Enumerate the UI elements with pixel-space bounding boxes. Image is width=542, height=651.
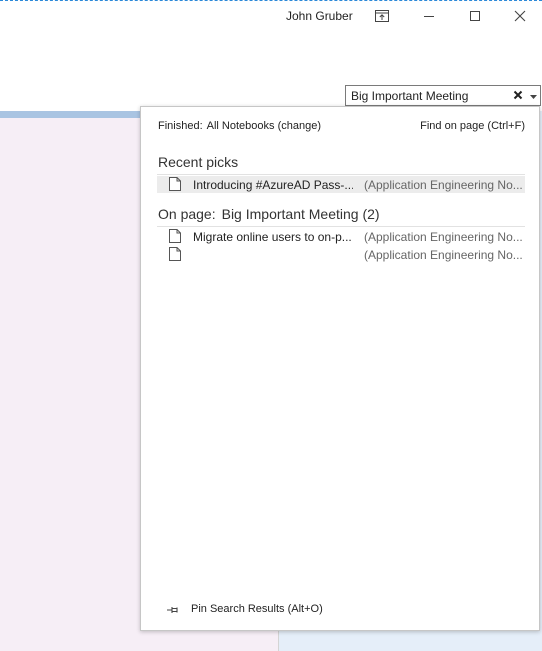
result-location: (Application Engineering No... (364, 178, 523, 192)
ribbon-display-options-icon (375, 10, 389, 22)
change-scope-link[interactable]: (change) (278, 120, 321, 132)
result-title: Migrate online users to on-p... (193, 230, 352, 244)
on-page-label: On page: (158, 206, 216, 222)
chevron-down-icon (529, 87, 537, 105)
pin-search-results-label: Pin Search Results (Alt+O) (191, 603, 323, 615)
close-icon (514, 10, 526, 22)
clear-search-button[interactable] (511, 89, 524, 102)
search-scope-dropdown[interactable] (528, 90, 538, 101)
search-box[interactable] (345, 85, 541, 106)
result-location: (Application Engineering No... (364, 248, 523, 262)
find-on-page-link[interactable]: Find on page (Ctrl+F) (420, 120, 525, 132)
search-results-dropdown: Finished: All Notebooks (change) Find on … (140, 106, 540, 631)
pin-icon (167, 607, 178, 613)
maximize-button[interactable] (462, 4, 488, 28)
page-icon (169, 177, 181, 191)
on-page-header: On page: Big Important Meeting (2) (158, 206, 380, 222)
minimize-button[interactable] (416, 4, 442, 28)
page-icon (169, 229, 181, 243)
result-row[interactable]: Introducing #AzureAD Pass-... (Applicati… (157, 176, 525, 193)
minimize-icon (423, 10, 435, 22)
page-icon (169, 247, 181, 261)
user-name[interactable]: John Gruber (286, 9, 353, 23)
clear-x-icon (513, 87, 523, 105)
search-status: Finished: All Notebooks (change) (158, 120, 321, 132)
section-divider (157, 226, 525, 227)
on-page-name: Big Important Meeting (221, 206, 359, 222)
recent-picks-header: Recent picks (158, 154, 239, 170)
search-status-label: Finished: (158, 120, 203, 132)
result-location: (Application Engineering No... (364, 230, 523, 244)
search-input[interactable] (346, 86, 511, 105)
maximize-icon (469, 10, 481, 22)
close-button[interactable] (507, 4, 533, 28)
result-title: Introducing #AzureAD Pass-... (193, 178, 353, 192)
search-scope: All Notebooks (206, 120, 275, 132)
ribbon-display-options-button[interactable] (369, 4, 395, 28)
section-divider (157, 174, 525, 175)
result-row[interactable]: Migrate online users to on-p... (Applica… (157, 228, 525, 245)
onenote-window: John Gruber Big Important Meeting Finish… (0, 0, 542, 651)
on-page-count: (2) (362, 206, 380, 222)
result-row[interactable]: (Application Engineering No... (157, 246, 525, 263)
window-top-border (0, 0, 542, 1)
